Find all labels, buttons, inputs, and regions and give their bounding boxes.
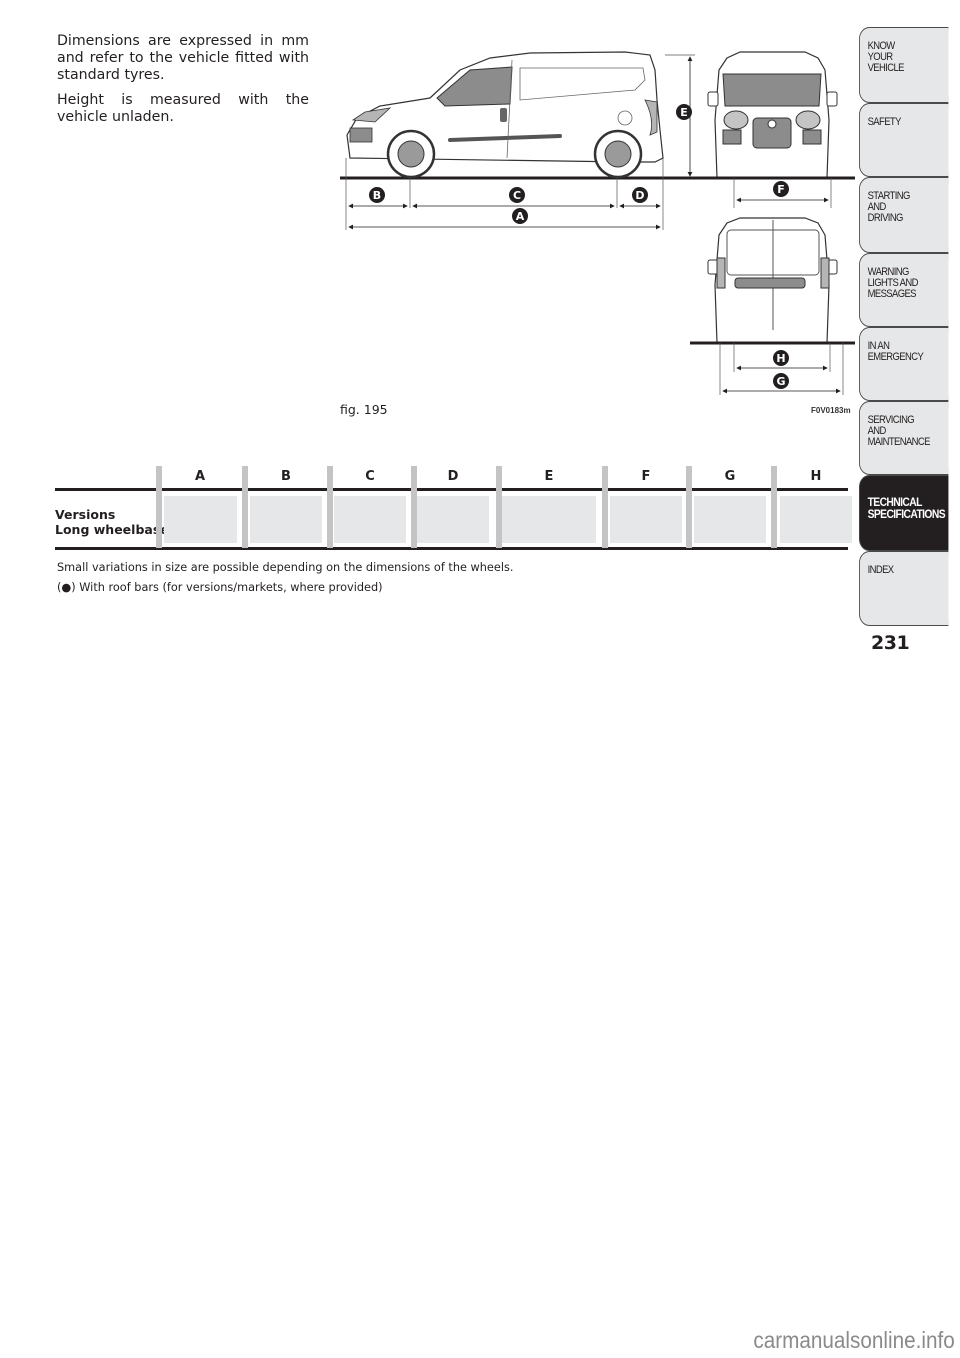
- column-header-a: A: [194, 469, 206, 484]
- svg-text:F: F: [777, 183, 785, 196]
- table-top-rule: [55, 488, 848, 491]
- rear-view-van: [690, 217, 855, 395]
- note-roof-bars: (●) With roof bars (for versions/markets…: [57, 581, 383, 594]
- svg-text:D: D: [635, 189, 644, 202]
- svg-text:A: A: [516, 210, 525, 223]
- column-header-g: G: [724, 469, 736, 484]
- rear-wheel: [593, 129, 643, 179]
- column-separator: [771, 466, 777, 548]
- front-view-van: [707, 51, 840, 208]
- dimension-label-d: D: [632, 187, 648, 203]
- cell-background: [502, 496, 596, 543]
- column-header-b: B: [281, 469, 291, 484]
- tab-safety[interactable]: SAFETY: [859, 103, 949, 177]
- table-header: A B C D E F G H: [55, 466, 848, 488]
- column-separator: [327, 466, 333, 548]
- tab-in-an-emergency[interactable]: IN AN EMERGENCY: [859, 327, 949, 401]
- dimension-label-h: H: [773, 350, 789, 366]
- dimension-label-c: C: [509, 187, 525, 203]
- tab-servicing-and-maintenance[interactable]: SERVICING AND MAINTENANCE: [859, 401, 949, 475]
- column-separator: [242, 466, 248, 548]
- dimension-label-e: E: [676, 104, 692, 120]
- dimension-label-g: G: [773, 373, 789, 389]
- dimension-label-a: A: [512, 208, 528, 224]
- page-number: 231: [871, 632, 910, 654]
- vehicle-dimensions-figure: B C D A E F H G: [340, 51, 855, 395]
- column-header-h: H: [810, 469, 822, 484]
- column-header-e: E: [544, 469, 554, 484]
- tab-warning-lights-and-messages[interactable]: WARNING LIGHTS AND MESSAGES: [859, 253, 949, 327]
- column-header-c: C: [365, 469, 375, 484]
- cell-background: [780, 496, 852, 543]
- intro-paragraph-dimensions: Dimensions are expressed in mm and refer…: [57, 33, 309, 83]
- figure-caption: fig. 195: [340, 402, 388, 417]
- svg-text:B: B: [373, 189, 381, 202]
- tab-starting-and-driving[interactable]: STARTING AND DRIVING: [859, 177, 949, 253]
- tab-know-your-vehicle[interactable]: KNOW YOUR VEHICLE: [859, 27, 949, 103]
- column-header-d: D: [447, 469, 459, 484]
- intro-text: Dimensions are expressed in mm and refer…: [57, 33, 309, 134]
- column-header-f: F: [641, 469, 651, 484]
- svg-text:E: E: [680, 106, 688, 119]
- dimension-label-f: F: [773, 181, 789, 197]
- note-variations: Small variations in size are possible de…: [57, 561, 514, 574]
- table-bottom-rule: [55, 547, 848, 550]
- watermark: carmanualsonline.info: [753, 1327, 955, 1353]
- front-wheel: [386, 129, 436, 179]
- figure-code: F0V0183m: [811, 406, 851, 415]
- dimensions-table: ABCDEFGH Versions Long wheelbase 4740895…: [55, 466, 852, 550]
- tab-index[interactable]: INDEX: [859, 551, 949, 626]
- tab-technical-specifications[interactable]: TECHNICAL SPECIFICATIONS: [859, 475, 949, 551]
- cell-background: [417, 496, 489, 543]
- cell-background: [250, 496, 322, 543]
- svg-text:H: H: [776, 352, 785, 365]
- intro-paragraph-height: Height is measured with the vehicle unla…: [57, 92, 309, 125]
- column-separator: [156, 466, 162, 548]
- cell-background: [334, 496, 406, 543]
- column-separator: [686, 466, 692, 548]
- table-notes: Small variations in size are possible de…: [57, 558, 513, 598]
- cell-background: [163, 496, 237, 543]
- column-separator: [602, 466, 608, 548]
- cell-background: [610, 496, 682, 543]
- row-label-versions: Versions: [55, 507, 116, 522]
- svg-text:G: G: [776, 375, 785, 388]
- cell-background: [694, 496, 766, 543]
- dimension-label-b: B: [369, 187, 385, 203]
- svg-text:C: C: [513, 189, 521, 202]
